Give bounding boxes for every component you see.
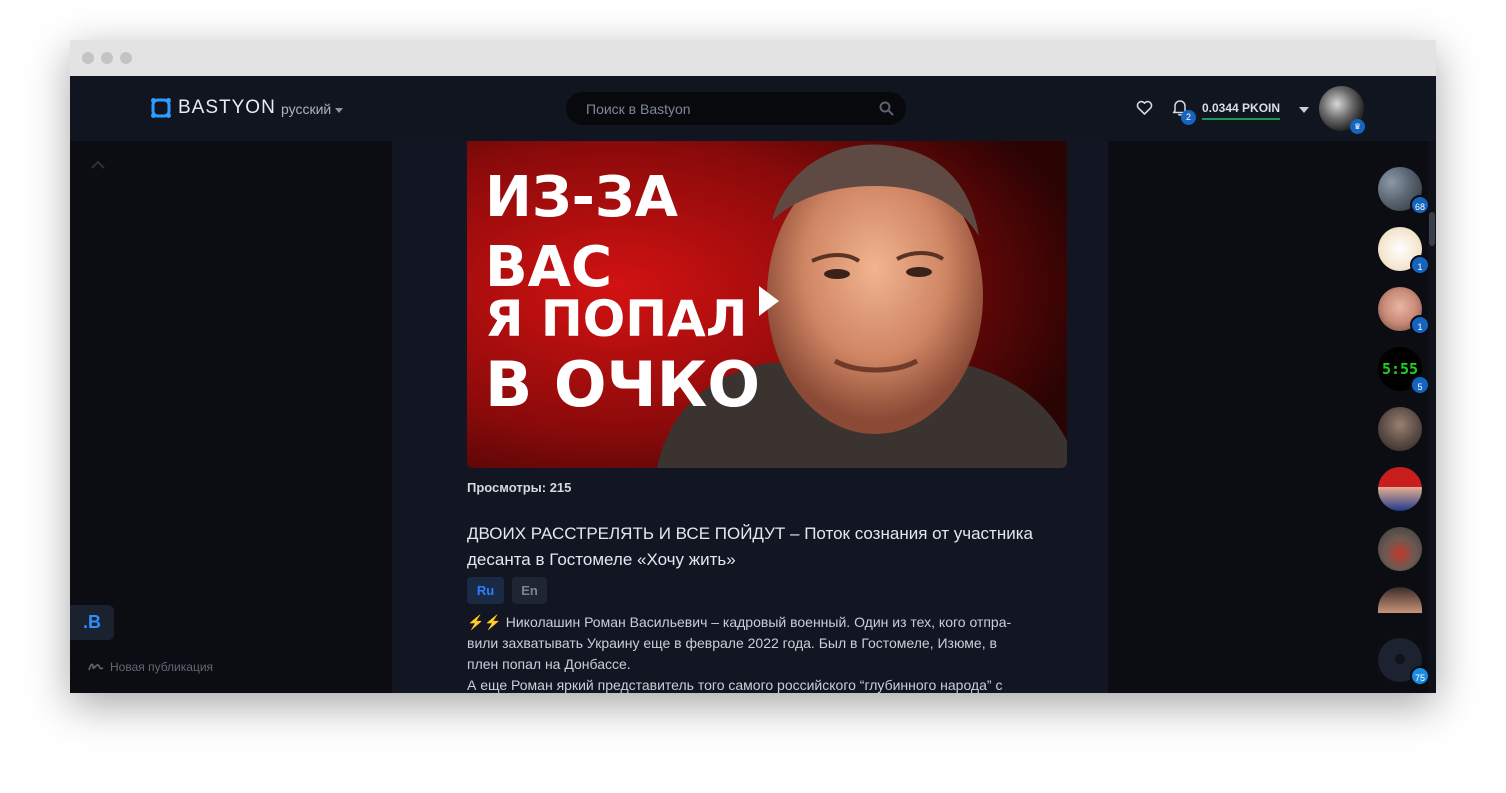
post-content: ИЗ-ЗА ВАС Я ПОПАЛ В ОЧКО Просмотры: 215 …	[392, 141, 1108, 693]
brand-button[interactable]: .B	[70, 605, 114, 640]
post-body-line: А еще Роман яркий представитель того сам…	[467, 677, 1003, 693]
chevron-down-icon	[335, 107, 344, 113]
tab-language-en[interactable]: En	[512, 577, 547, 604]
contact-unread-badge: 1	[1410, 255, 1430, 275]
post-title: ДВОИХ РАССТРЕЛЯТЬ И ВСЕ ПОЙДУТ – Поток с…	[467, 524, 1033, 569]
thumbnail-image: ИЗ-ЗА ВАС Я ПОПАЛ В ОЧКО	[467, 141, 1067, 468]
window-minimize-dot[interactable]	[101, 52, 113, 64]
chevron-down-icon[interactable]	[1299, 107, 1309, 113]
bastyon-logo[interactable]: BASTYON	[150, 97, 276, 119]
scribble-icon	[88, 663, 104, 671]
wallet-balance[interactable]: 0.0344 PKOIN	[1202, 101, 1281, 120]
new-post-label: Новая публикация	[110, 660, 214, 674]
search-input[interactable]	[586, 92, 866, 125]
contact-avatar[interactable]	[1378, 527, 1422, 571]
contact-unread-badge: 1	[1410, 315, 1430, 335]
logo-text: BASTYON	[178, 97, 276, 118]
left-sidebar: .B Новая публикация	[70, 141, 392, 693]
contact-unread-badge: 5	[1410, 375, 1430, 395]
contact-avatar[interactable]	[1378, 467, 1422, 511]
chat-unread-badge: 75	[1410, 666, 1430, 686]
search-box	[566, 92, 906, 125]
bastyon-logo-icon	[151, 98, 171, 118]
post-body-line: вили захватывать Украину еще в феврале 2…	[467, 635, 997, 651]
views-count: Просмотры: 215	[467, 480, 572, 495]
browser-window: BASTYON русский 2 0.0344 PKOIN	[70, 40, 1436, 693]
post-body-line: плен попал на Донбассе.	[467, 656, 631, 672]
post-body: ⚡⚡ Николашин Роман Васильевич – кадровый…	[467, 612, 1067, 693]
thumbnail-text-line-4: В ОЧКО	[485, 348, 760, 421]
contacts-sidebar: 68 1 1 5:55 5 75	[1108, 141, 1436, 693]
contact-avatar[interactable]	[1378, 407, 1422, 451]
window-close-dot[interactable]	[82, 52, 94, 64]
crown-icon: ♛	[1350, 119, 1365, 134]
contact-avatar[interactable]	[1378, 587, 1422, 613]
search-icon[interactable]	[879, 101, 894, 116]
tab-language-ru[interactable]: Ru	[467, 577, 504, 604]
window-titlebar	[70, 40, 1436, 76]
bastyon-app: BASTYON русский 2 0.0344 PKOIN	[70, 76, 1436, 693]
post-body-line: ⚡⚡ Николашин Роман Васильевич – кадровый…	[467, 614, 1012, 630]
top-header: BASTYON русский 2 0.0344 PKOIN	[70, 76, 1436, 141]
new-post-button[interactable]: Новая публикация	[88, 660, 213, 674]
language-selector[interactable]: русский	[281, 101, 344, 117]
video-thumbnail[interactable]: ИЗ-ЗА ВАС Я ПОПАЛ В ОЧКО	[467, 141, 1067, 468]
language-label: русский	[281, 101, 332, 117]
thumbnail-text-line-1: ИЗ-ЗА	[485, 165, 679, 230]
window-maximize-dot[interactable]	[120, 52, 132, 64]
notifications-badge: 2	[1181, 110, 1196, 125]
scrollbar-thumb[interactable]	[1429, 212, 1435, 246]
heart-icon[interactable]	[1136, 100, 1153, 116]
contact-unread-badge: 68	[1410, 195, 1430, 215]
thumbnail-text-line-3: Я ПОПАЛ	[485, 290, 747, 348]
chevron-up-icon[interactable]	[90, 160, 106, 170]
